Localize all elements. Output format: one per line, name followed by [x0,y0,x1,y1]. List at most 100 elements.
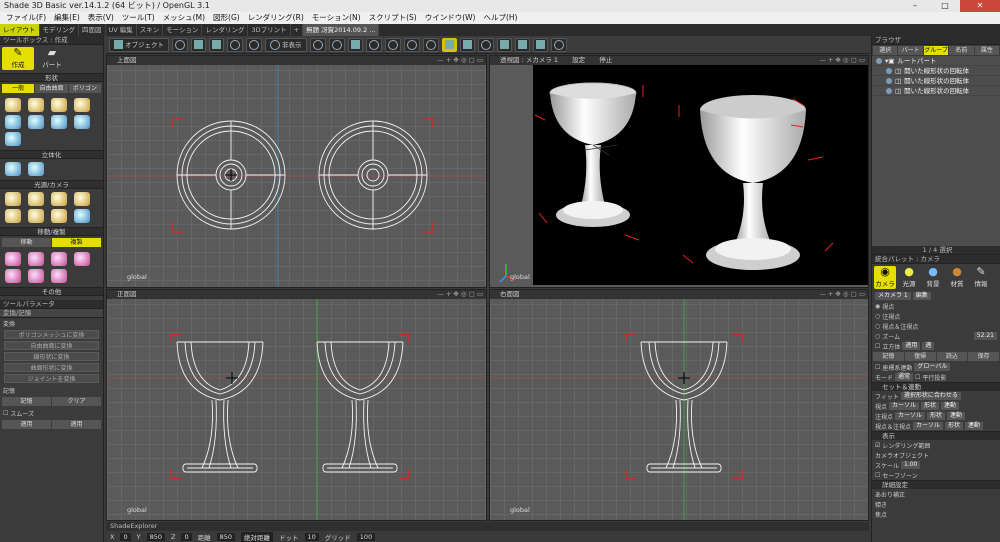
cone-tool-icon[interactable] [51,115,67,129]
convert-joint-button[interactable]: ジョイントを変換 [4,374,99,383]
circle-tool-icon[interactable] [74,98,90,112]
distance-value[interactable]: 850 [216,532,236,541]
vp-row-link-1[interactable]: 連動 [947,412,966,420]
zoom-value[interactable]: 52.21 [973,332,997,340]
menu-render[interactable]: レンダリング(R) [244,12,308,24]
smooth-checkbox-icon[interactable]: ☐ [3,410,8,417]
camera-edit-button[interactable]: 編集 [912,292,931,300]
section-display[interactable]: 表示 [872,431,1000,440]
menu-edit[interactable]: 編集(E) [50,12,84,24]
point-light-icon[interactable] [5,192,21,206]
radio-target[interactable]: ○ 注視点 [872,311,1000,321]
x-value[interactable]: 0 [120,532,131,541]
fit-button[interactable]: 選択形状に合わせる [900,392,961,400]
snap-button[interactable] [309,37,326,52]
grid-snap-button[interactable] [347,37,363,52]
convert-free-surface-button[interactable]: 自由曲面に変換 [4,341,99,350]
shade-explorer-bar[interactable]: ShadeExplorer [106,522,869,531]
radio-zoom[interactable]: ○ ズーム 52.21 [872,331,1000,341]
tab-rendering[interactable]: レンダリング [202,24,249,36]
camera-view-button[interactable] [514,37,530,52]
menu-script[interactable]: スクリプト(S) [365,12,421,24]
vp-row-link-0[interactable]: 連動 [941,402,960,410]
y-value[interactable]: 850 [146,532,165,541]
sphere-render-button[interactable] [550,37,567,52]
copy-linear-icon[interactable] [28,269,44,283]
spot-light-icon[interactable] [28,192,44,206]
rect-tool-icon[interactable] [51,98,67,112]
browser-tab-attr[interactable]: 属性 [974,46,1000,55]
smooth-apply-button-2[interactable]: 適用 [52,420,101,429]
sun-light-icon[interactable] [51,209,67,223]
numeric-button[interactable] [532,37,548,52]
convert-polymesh-button[interactable]: ポリゴンメッシュに変換 [4,330,99,339]
menu-shape[interactable]: 図形(G) [209,12,244,24]
browser-tab-group[interactable]: グループ [923,46,949,55]
viewport-side[interactable]: 右面図 — + ✥ ◎ ▢ ▭ global [489,289,869,521]
quad-layout-button[interactable] [441,37,457,52]
menu-mesh[interactable]: メッシュ(M) [159,12,209,24]
visibility-icon[interactable] [876,57,882,64]
curve-tool-icon[interactable] [28,98,44,112]
sphere-tool-icon[interactable] [28,115,44,129]
menu-motion[interactable]: モーション(N) [308,12,365,24]
minimize-button[interactable]: – [900,0,930,12]
copy-rotate-icon[interactable] [28,252,44,266]
figure-button[interactable] [477,37,494,52]
cube-checkbox[interactable]: ☐ [875,343,880,350]
palette-light-tab[interactable]: ● 光源 [898,266,920,289]
coord-system-select[interactable]: グローバル [914,363,951,371]
section-move-copy[interactable]: 移動/複製 [0,227,103,236]
globe-button[interactable] [403,37,420,52]
section-solidify[interactable]: 立体化 [0,150,103,159]
safe-zone-checkbox[interactable]: ☐ [875,472,880,479]
line-tool-icon[interactable] [5,98,21,112]
menu-tools[interactable]: ツール(T) [118,12,159,24]
browser-tab-name[interactable]: 名前 [949,46,974,55]
coord-link-checkbox[interactable]: ☐ [875,364,880,371]
viewport-persp-controls[interactable]: — + ✥ ◎ ▢ ▭ [819,56,865,65]
browser-tab-part[interactable]: パート [898,46,923,55]
select-tool-button[interactable] [191,37,206,52]
convert-surface-button[interactable]: 曲面形状に変換 [4,363,99,372]
convert-line-button[interactable]: 線形状に変換 [4,352,99,361]
render-preview-button[interactable] [496,37,512,52]
viewport-persp-settings[interactable]: 設定 [572,56,585,64]
tree-item-3[interactable]: ◫ 開いた線形状の回転体 [872,86,1000,96]
render-range-checkbox[interactable]: ☑ [875,442,880,449]
clear-button[interactable]: クリア [52,397,101,406]
scale-tool-button[interactable] [246,37,262,52]
tab-polygon[interactable]: ポリゴン [68,84,101,93]
vp-row-cursor-2[interactable]: カーソル [913,422,944,430]
camera-save-button[interactable]: 保存 [968,352,999,361]
rotate-tool-button[interactable] [227,37,243,52]
vp-row-shape-1[interactable]: 形状 [927,412,946,420]
part-button[interactable]: ▰ パート [36,47,68,70]
create-button[interactable]: ✎ 作成 [2,47,34,70]
tab-quad-view[interactable]: 四面図 [79,24,106,36]
tab-move[interactable]: 移動 [2,238,51,247]
viewport-front[interactable]: 正面図 — + ✥ ◎ ▢ ▭ global [106,289,487,521]
camera-snap-button[interactable] [172,37,188,52]
palette-camera-tab[interactable]: ◉ カメラ [874,266,896,289]
copy-mirror-icon[interactable] [5,269,21,283]
camera-object-icon[interactable] [74,209,90,223]
browser-tab-select[interactable]: 選択 [873,46,898,55]
tab-free-surface[interactable]: 自由曲面 [35,84,68,93]
palette-material-tab[interactable]: ● 材質 [946,266,968,289]
tree-item-2[interactable]: ◫ 開いた線形状の回転体 [872,76,1000,86]
character-button[interactable] [422,37,439,52]
scale-input[interactable]: 1.00 [901,461,921,469]
viewport-perspective[interactable]: 透視図 : メカメラ 1 設定 停止 — + ✥ ◎ ▢ ▭ global [489,55,869,288]
section-other[interactable]: その他 [0,287,103,296]
radio-viewpoint[interactable]: ◉ 視点 [872,301,1000,311]
box-tool-icon[interactable] [5,115,21,129]
copy-translate-icon[interactable] [5,252,21,266]
parallel-checkbox[interactable]: ☐ [915,374,920,381]
viewport-top[interactable]: 上面図 — + ✥ ◎ ▢ ▭ global [106,55,487,288]
palette-background-tab[interactable]: ● 背景 [922,266,944,289]
visibility-icon[interactable] [886,87,892,94]
vp-row-cursor-1[interactable]: カーソル [895,412,926,420]
cylinder-tool-icon[interactable] [74,115,90,129]
menu-file[interactable]: ファイル(F) [2,12,50,24]
